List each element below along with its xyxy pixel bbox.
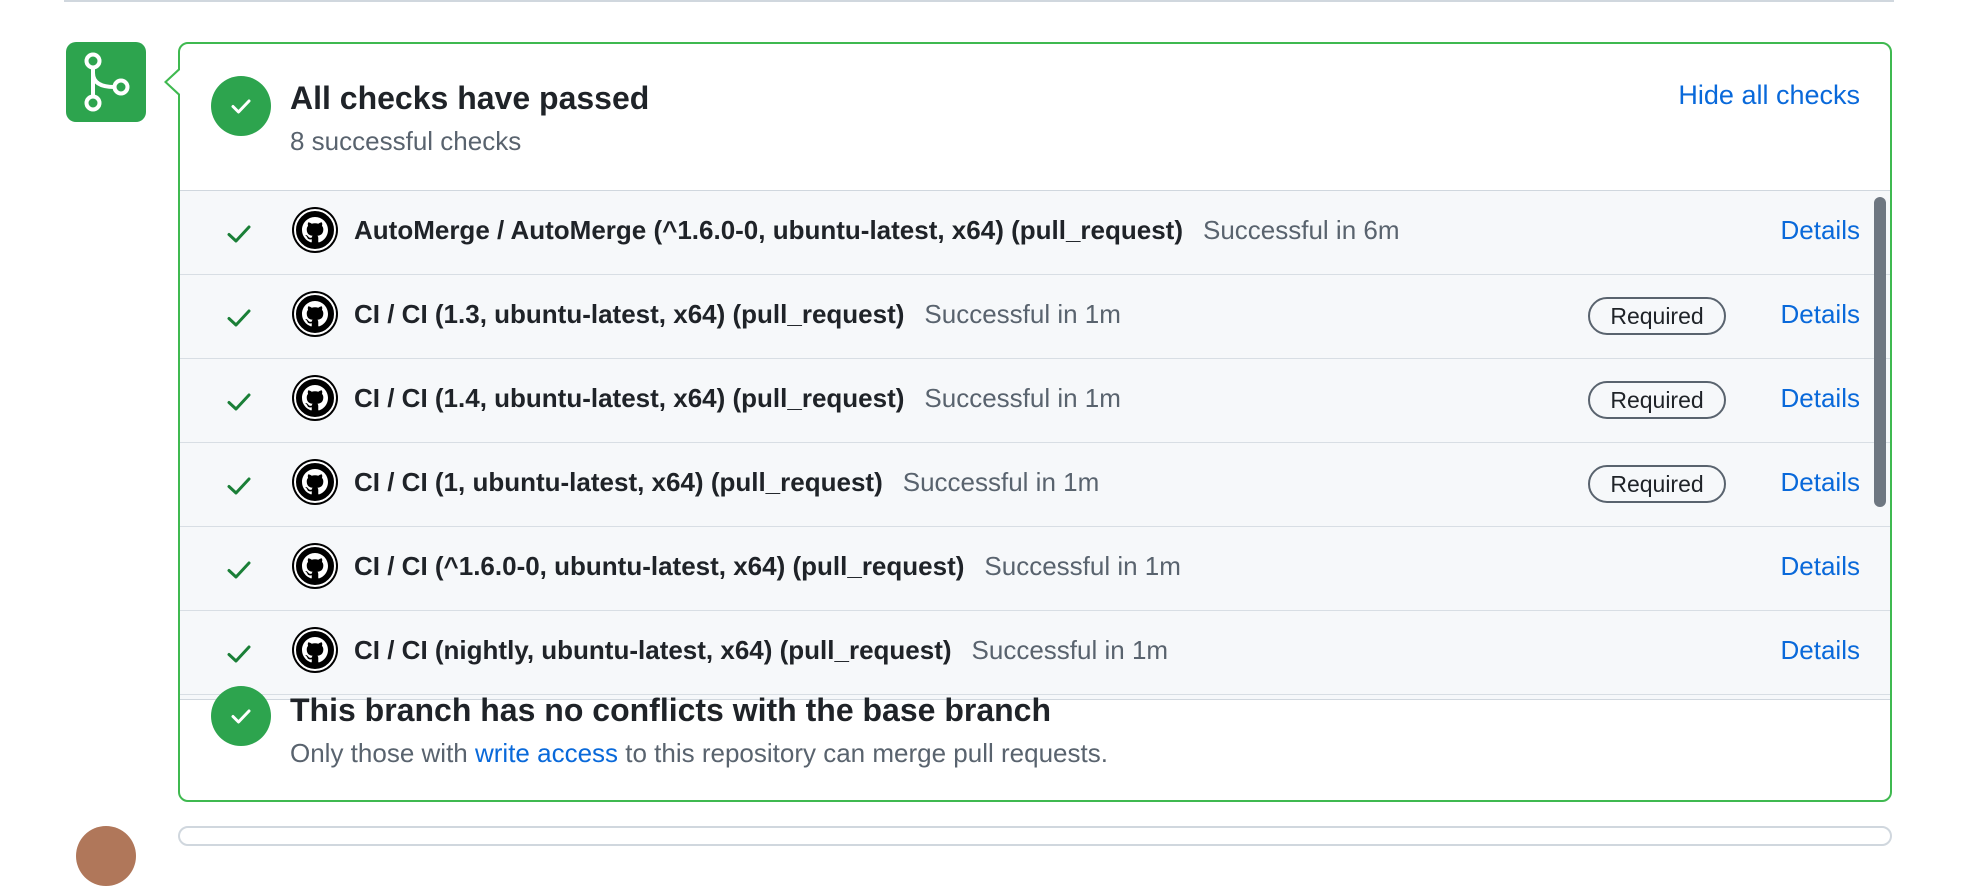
scrollbar-thumb[interactable]	[1874, 197, 1886, 507]
check-name: AutoMerge / AutoMerge (^1.6.0-0, ubuntu-…	[354, 215, 1183, 245]
check-status: Successful in 6m	[1202, 215, 1400, 245]
hide-all-checks-link[interactable]: Hide all checks	[1678, 80, 1860, 111]
required-badge: Required	[1588, 297, 1726, 335]
github-icon	[294, 377, 336, 419]
check-name: CI / CI (^1.6.0-0, ubuntu-latest, x64) (…	[354, 551, 965, 581]
check-icon	[224, 219, 254, 249]
required-badge: Required	[1588, 381, 1726, 419]
checks-title: All checks have passed	[290, 80, 650, 116]
check-icon	[224, 387, 254, 417]
check-status: Successful in 1m	[924, 383, 1121, 413]
check-circle-icon	[211, 686, 271, 746]
check-row: CI / CI (1.4, ubuntu-latest, x64) (pull_…	[180, 359, 1890, 443]
github-icon	[294, 461, 336, 503]
details-link[interactable]: Details	[1781, 635, 1860, 666]
panel-pointer-fill	[167, 70, 180, 94]
merge-permission-text: Only those with write access to this rep…	[290, 738, 1108, 769]
check-circle-icon	[211, 76, 271, 136]
check-name: CI / CI (1.3, ubuntu-latest, x64) (pull_…	[354, 299, 905, 329]
check-row: CI / CI (^1.6.0-0, ubuntu-latest, x64) (…	[180, 527, 1890, 611]
next-timeline-card	[178, 826, 1892, 846]
check-name: CI / CI (1.4, ubuntu-latest, x64) (pull_…	[354, 383, 905, 413]
check-status: Successful in 1m	[902, 467, 1100, 497]
github-icon	[294, 209, 336, 251]
required-badge: Required	[1588, 465, 1726, 503]
merge-status-panel: All checks have passed 8 successful chec…	[178, 42, 1892, 802]
details-link[interactable]: Details	[1781, 383, 1860, 414]
check-row: AutoMerge / AutoMerge (^1.6.0-0, ubuntu-…	[180, 191, 1890, 275]
write-access-link[interactable]: write access	[475, 738, 618, 768]
top-divider	[64, 0, 1894, 2]
check-title: AutoMerge / AutoMerge (^1.6.0-0, ubuntu-…	[354, 215, 1400, 246]
check-icon	[224, 471, 254, 501]
check-status: Successful in 1m	[984, 551, 1181, 581]
check-row: CI / CI (1, ubuntu-latest, x64) (pull_re…	[180, 443, 1890, 527]
check-icon	[224, 303, 254, 333]
check-title: CI / CI (1.3, ubuntu-latest, x64) (pull_…	[354, 299, 1121, 330]
check-name: CI / CI (1, ubuntu-latest, x64) (pull_re…	[354, 467, 883, 497]
check-title: CI / CI (^1.6.0-0, ubuntu-latest, x64) (…	[354, 551, 1181, 582]
check-row: CI / CI (1.3, ubuntu-latest, x64) (pull_…	[180, 275, 1890, 359]
checks-list[interactable]: AutoMerge / AutoMerge (^1.6.0-0, ubuntu-…	[180, 190, 1890, 700]
check-name: CI / CI (nightly, ubuntu-latest, x64) (p…	[354, 635, 952, 665]
details-link[interactable]: Details	[1781, 551, 1860, 582]
merge-title: This branch has no conflicts with the ba…	[290, 692, 1052, 728]
details-link[interactable]: Details	[1781, 467, 1860, 498]
check-status: Successful in 1m	[924, 299, 1121, 329]
check-icon	[224, 555, 254, 585]
github-icon	[294, 293, 336, 335]
merge-text-after: to this repository can merge pull reques…	[618, 738, 1108, 768]
check-icon	[224, 639, 254, 669]
check-status: Successful in 1m	[971, 635, 1169, 665]
git-branch-icon	[66, 42, 146, 122]
check-title: CI / CI (1, ubuntu-latest, x64) (pull_re…	[354, 467, 1099, 498]
details-link[interactable]: Details	[1781, 299, 1860, 330]
checks-subtitle: 8 successful checks	[290, 126, 522, 156]
check-title: CI / CI (nightly, ubuntu-latest, x64) (p…	[354, 635, 1168, 666]
check-row: CI / CI (nightly, ubuntu-latest, x64) (p…	[180, 611, 1890, 695]
merge-text-before: Only those with	[290, 738, 475, 768]
check-title: CI / CI (1.4, ubuntu-latest, x64) (pull_…	[354, 383, 1121, 414]
github-icon	[294, 545, 336, 587]
details-link[interactable]: Details	[1781, 215, 1860, 246]
github-icon	[294, 629, 336, 671]
avatar[interactable]	[76, 826, 136, 886]
